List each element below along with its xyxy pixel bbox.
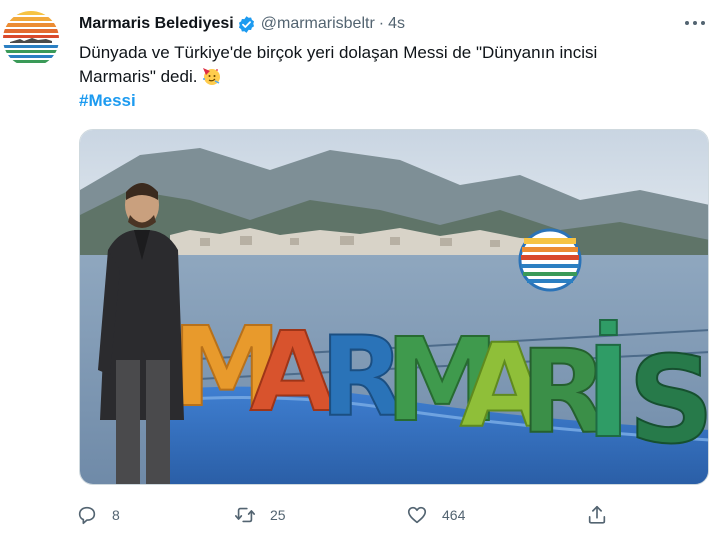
like-button[interactable]: 464: [406, 500, 465, 530]
tweet-text-line-2-content: Marmaris" dedi.: [79, 67, 198, 86]
tweet-media-photo[interactable]: M A R M A R İ S: [79, 129, 709, 485]
avatar[interactable]: [2, 10, 60, 68]
sign-letter-s: S: [628, 332, 709, 471]
tweet-card: Marmaris Belediyesi @marmarisbeltr · 4s …: [0, 0, 718, 545]
more-horizontal-icon: [685, 21, 705, 25]
verified-badge-icon: [238, 15, 254, 33]
author-handle[interactable]: @marmarisbeltr: [261, 15, 375, 33]
hashtag-link[interactable]: #Messi: [79, 91, 136, 111]
marmaris-logo-icon: [2, 10, 60, 68]
tweet-text-line-2: Marmaris" dedi.: [79, 65, 689, 89]
sign-letter-i: İ: [585, 320, 632, 466]
party-face-emoji-icon: [203, 68, 221, 85]
separator-dot: ·: [378, 15, 385, 32]
tweet-actions-bar: 8 25 464: [76, 500, 636, 530]
like-count: 464: [442, 507, 466, 523]
sign-logo-icon: [518, 228, 582, 292]
retweet-button[interactable]: 25: [234, 500, 286, 530]
more-options-button[interactable]: [682, 15, 708, 31]
tweet-header: Marmaris Belediyesi @marmarisbeltr · 4s: [79, 14, 405, 34]
reply-button[interactable]: 8: [76, 500, 120, 530]
share-button[interactable]: [586, 500, 622, 530]
reply-count: 8: [112, 507, 120, 523]
heart-icon: [407, 506, 427, 524]
tweet-timestamp[interactable]: 4s: [388, 15, 405, 33]
marmaris-sign-photo: M A R M A R İ S: [80, 130, 709, 484]
share-icon: [588, 505, 606, 524]
tweet-text: Dünyada ve Türkiye'de birçok yeri dolaşa…: [79, 41, 689, 89]
retweet-icon: [235, 507, 255, 523]
retweet-count: 25: [270, 507, 286, 523]
reply-icon: [78, 506, 96, 525]
tweet-text-line-1: Dünyada ve Türkiye'de birçok yeri dolaşa…: [79, 43, 598, 62]
author-display-name[interactable]: Marmaris Belediyesi: [79, 15, 234, 33]
